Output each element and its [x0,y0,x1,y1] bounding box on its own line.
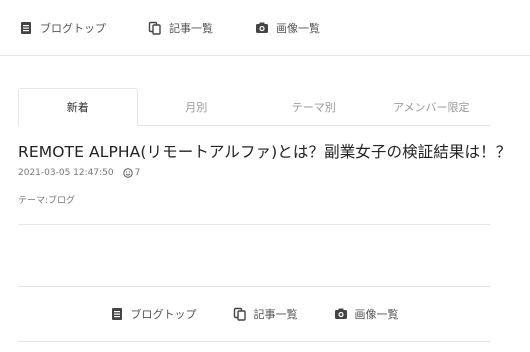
camera-icon [256,22,268,33]
bottom-nav-blog-top-label: ブログトップ [130,308,197,321]
article-theme[interactable]: テーマ:ブログ [18,193,75,206]
reaction-count: 7 [134,168,141,178]
bottom-nav-blog-top[interactable]: ブログトップ [110,306,197,322]
document-icon [21,21,31,34]
article-meta: 2021-03-05 12:47:50 7 [18,168,140,178]
divider [18,224,490,225]
nav-blog-top[interactable]: ブログトップ [19,20,106,36]
tab-by-theme[interactable]: テーマ別 [255,88,373,125]
tab-new[interactable]: 新着 [18,88,138,126]
top-nav: ブログトップ 記事一覧 画像一覧 [0,0,530,56]
nav-article-list-label: 記事一覧 [169,21,213,35]
tab-amember-only[interactable]: アメンバー限定 [373,88,491,125]
camera-icon [334,308,347,319]
nav-article-list[interactable]: 記事一覧 [148,20,213,36]
bottom-nav-image-list[interactable]: 画像一覧 [334,306,399,322]
archive-tabs: 新着 月別 テーマ別 アメンバー限定 [18,88,490,126]
copy-icon [233,307,246,321]
nav-image-list[interactable]: 画像一覧 [255,20,320,36]
nav-blog-top-label: ブログトップ [40,21,106,35]
document-icon [111,308,122,320]
bottom-nav: ブログトップ 記事一覧 画像一覧 [18,286,490,342]
tab-monthly[interactable]: 月別 [138,88,256,125]
smile-icon [122,168,133,178]
nav-image-list-label: 画像一覧 [276,21,320,35]
bottom-nav-article-list-label: 記事一覧 [253,308,298,321]
article-datetime: 2021-03-05 12:47:50 [18,168,114,178]
bottom-nav-image-list-label: 画像一覧 [354,308,399,321]
copy-icon [148,21,161,35]
bottom-nav-article-list[interactable]: 記事一覧 [233,306,298,322]
article-title[interactable]: REMOTE ALPHA(リモートアルファ)とは？副業女子の検証結果は！？ [18,140,518,162]
